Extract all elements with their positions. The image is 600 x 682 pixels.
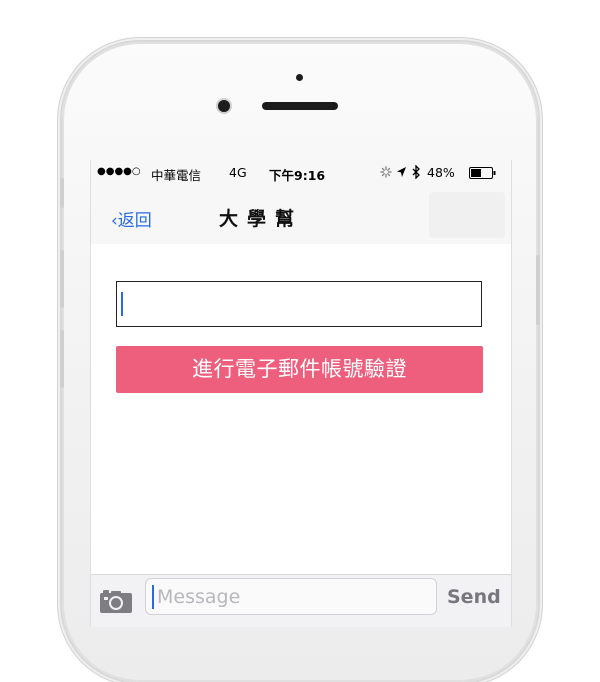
battery-icon: [469, 167, 497, 182]
message-input[interactable]: Message: [145, 578, 437, 615]
text-caret: [121, 292, 123, 316]
mute-switch: [60, 178, 64, 208]
front-camera: [218, 100, 230, 112]
message-bar: Message Send: [91, 574, 511, 627]
page-title: 大學幫: [218, 208, 303, 230]
navigation-bar: ‹返回 大學幫: [91, 184, 511, 244]
nav-right-placeholder: [429, 192, 505, 238]
status-time: 下午9:16: [269, 168, 326, 183]
send-button[interactable]: Send: [447, 586, 501, 608]
network-type: 4G: [229, 165, 247, 180]
carrier-name: 中華電信: [151, 168, 202, 183]
status-bar: ●●●●○ 中華電信 4G 下午9:16 48%: [91, 160, 511, 184]
message-placeholder: Message: [157, 586, 241, 608]
phone-screen: ●●●●○ 中華電信 4G 下午9:16 48% ‹返回 大學幫 進行電子郵件帳…: [90, 160, 512, 627]
bluetooth-icon: [412, 164, 421, 182]
battery-percent: 48%: [427, 165, 455, 180]
camera-icon[interactable]: [99, 588, 133, 614]
email-field[interactable]: [116, 281, 482, 327]
email-verify-button[interactable]: 進行電子郵件帳號驗證: [116, 346, 483, 393]
main-content: 進行電子郵件帳號驗證: [91, 244, 511, 574]
earpiece-speaker: [262, 102, 338, 110]
activity-spinner-icon: [380, 166, 392, 181]
power-button: [536, 255, 540, 325]
proximity-sensor: [296, 74, 303, 81]
volume-down-button: [60, 330, 64, 388]
volume-up-button: [60, 250, 64, 308]
text-caret: [152, 585, 154, 609]
signal-strength: ●●●●○: [97, 166, 141, 177]
location-arrow-icon: [396, 166, 407, 181]
